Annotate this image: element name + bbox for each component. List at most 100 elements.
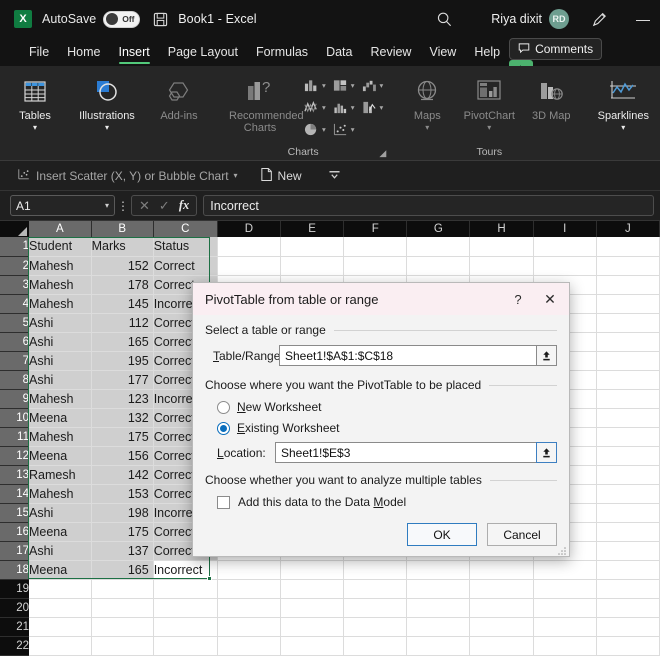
row-header[interactable]: 5	[0, 313, 29, 332]
cell-a20[interactable]	[29, 598, 91, 617]
cell-j1[interactable]	[596, 237, 659, 256]
row-header[interactable]: 19	[0, 579, 29, 598]
cell-f19[interactable]	[344, 579, 407, 598]
cell-b7[interactable]: 195	[91, 351, 153, 370]
cell-b12[interactable]: 156	[91, 446, 153, 465]
cell-f18[interactable]	[344, 560, 407, 579]
range-picker-icon[interactable]	[536, 345, 557, 366]
cell-j7[interactable]	[596, 351, 659, 370]
tab-data[interactable]: Data	[317, 38, 361, 66]
combo-chart-icon[interactable]: ▾	[358, 97, 387, 118]
cell-b11[interactable]: 175	[91, 427, 153, 446]
cell-a10[interactable]: Meena	[29, 408, 91, 427]
cell-b6[interactable]: 165	[91, 332, 153, 351]
cell-j6[interactable]	[596, 332, 659, 351]
cell-j5[interactable]	[596, 313, 659, 332]
data-model-checkbox[interactable]	[217, 496, 230, 509]
cell-f1[interactable]	[344, 237, 407, 256]
row-header[interactable]: 10	[0, 408, 29, 427]
cell-g21[interactable]	[407, 617, 470, 636]
cell-a15[interactable]: Ashi	[29, 503, 91, 522]
row-header[interactable]: 18	[0, 560, 29, 579]
location-input[interactable]: Sheet1!$E$3	[275, 442, 537, 463]
search-icon[interactable]	[436, 11, 453, 28]
sparklines-button[interactable]: Sparklines ▾	[592, 70, 654, 132]
cell-j2[interactable]	[596, 256, 659, 275]
cell-d2[interactable]	[217, 256, 280, 275]
cell-f2[interactable]	[344, 256, 407, 275]
cancel-icon[interactable]: ✕	[139, 198, 150, 214]
cell-b4[interactable]: 145	[91, 294, 153, 313]
column-header-d[interactable]: D	[217, 221, 280, 237]
qat-more-commands-button[interactable]	[323, 167, 346, 185]
bar-chart-icon[interactable]: ▾	[329, 75, 358, 96]
cell-g18[interactable]	[407, 560, 470, 579]
cell-a4[interactable]: Mahesh	[29, 294, 91, 313]
row-header[interactable]: 2	[0, 256, 29, 275]
cell-j13[interactable]	[596, 465, 659, 484]
cell-j10[interactable]	[596, 408, 659, 427]
row-header[interactable]: 12	[0, 446, 29, 465]
tab-insert[interactable]: Insert	[110, 38, 159, 66]
row-header[interactable]: 22	[0, 636, 29, 655]
radio-existing-worksheet[interactable]	[217, 422, 230, 435]
cell-b20[interactable]	[91, 598, 153, 617]
column-header-f[interactable]: F	[344, 221, 407, 237]
column-header-a[interactable]: A	[29, 221, 91, 237]
cell-b21[interactable]	[91, 617, 153, 636]
dialog-launcher-icon[interactable]: ◢	[379, 148, 386, 159]
cell-a12[interactable]: Meena	[29, 446, 91, 465]
cell-b10[interactable]: 132	[91, 408, 153, 427]
cell-b2[interactable]: 152	[91, 256, 153, 275]
row-header[interactable]: 8	[0, 370, 29, 389]
row-header[interactable]: 11	[0, 427, 29, 446]
cell-h1[interactable]	[470, 237, 533, 256]
cell-d20[interactable]	[217, 598, 280, 617]
table-range-input[interactable]: Sheet1!$A$1:$C$18	[279, 345, 537, 366]
formula-input[interactable]: Incorrect	[203, 195, 654, 216]
column-header-h[interactable]: H	[470, 221, 533, 237]
cell-c1[interactable]: Status	[153, 237, 217, 256]
cell-f21[interactable]	[344, 617, 407, 636]
location-range-picker-icon[interactable]	[536, 442, 557, 463]
cell-a9[interactable]: Mahesh	[29, 389, 91, 408]
cell-d18[interactable]	[217, 560, 280, 579]
cell-a2[interactable]: Mahesh	[29, 256, 91, 275]
cancel-button[interactable]: Cancel	[487, 523, 557, 546]
qat-new-button[interactable]: New	[255, 165, 307, 187]
row-header[interactable]: 1	[0, 237, 29, 256]
cell-c18[interactable]: Incorrect	[153, 560, 217, 579]
column-chart-icon[interactable]: ▾	[300, 75, 329, 96]
cell-j20[interactable]	[596, 598, 659, 617]
cell-b14[interactable]: 153	[91, 484, 153, 503]
cell-c21[interactable]	[153, 617, 217, 636]
cell-h19[interactable]	[470, 579, 533, 598]
cell-i20[interactable]	[533, 598, 596, 617]
scatter-chart-icon[interactable]: ▾	[329, 119, 358, 140]
pen-icon[interactable]	[591, 11, 608, 28]
name-box[interactable]: A1 ▾	[10, 195, 115, 216]
cell-j4[interactable]	[596, 294, 659, 313]
cell-h20[interactable]	[470, 598, 533, 617]
cell-c22[interactable]	[153, 636, 217, 655]
avatar[interactable]: RD	[549, 9, 569, 29]
radio-new-worksheet-row[interactable]: New Worksheet	[217, 400, 557, 414]
cell-j19[interactable]	[596, 579, 659, 598]
tables-button[interactable]: Tables ▾	[4, 70, 66, 132]
cell-b22[interactable]	[91, 636, 153, 655]
cell-b1[interactable]: Marks	[91, 237, 153, 256]
cell-a13[interactable]: Ramesh	[29, 465, 91, 484]
save-icon[interactable]	[153, 12, 168, 27]
cell-i19[interactable]	[533, 579, 596, 598]
cell-g1[interactable]	[407, 237, 470, 256]
cell-d1[interactable]	[217, 237, 280, 256]
column-header-c[interactable]: C	[153, 221, 217, 237]
insert-function-icon[interactable]: fx	[179, 198, 189, 213]
row-header[interactable]: 6	[0, 332, 29, 351]
recommended-charts-button[interactable]: ? Recommended Charts	[220, 70, 300, 134]
3d-map-button[interactable]: 3D Map	[520, 70, 582, 122]
select-all-corner[interactable]	[0, 221, 29, 237]
cell-i22[interactable]	[533, 636, 596, 655]
cell-e22[interactable]	[281, 636, 344, 655]
cell-e21[interactable]	[281, 617, 344, 636]
